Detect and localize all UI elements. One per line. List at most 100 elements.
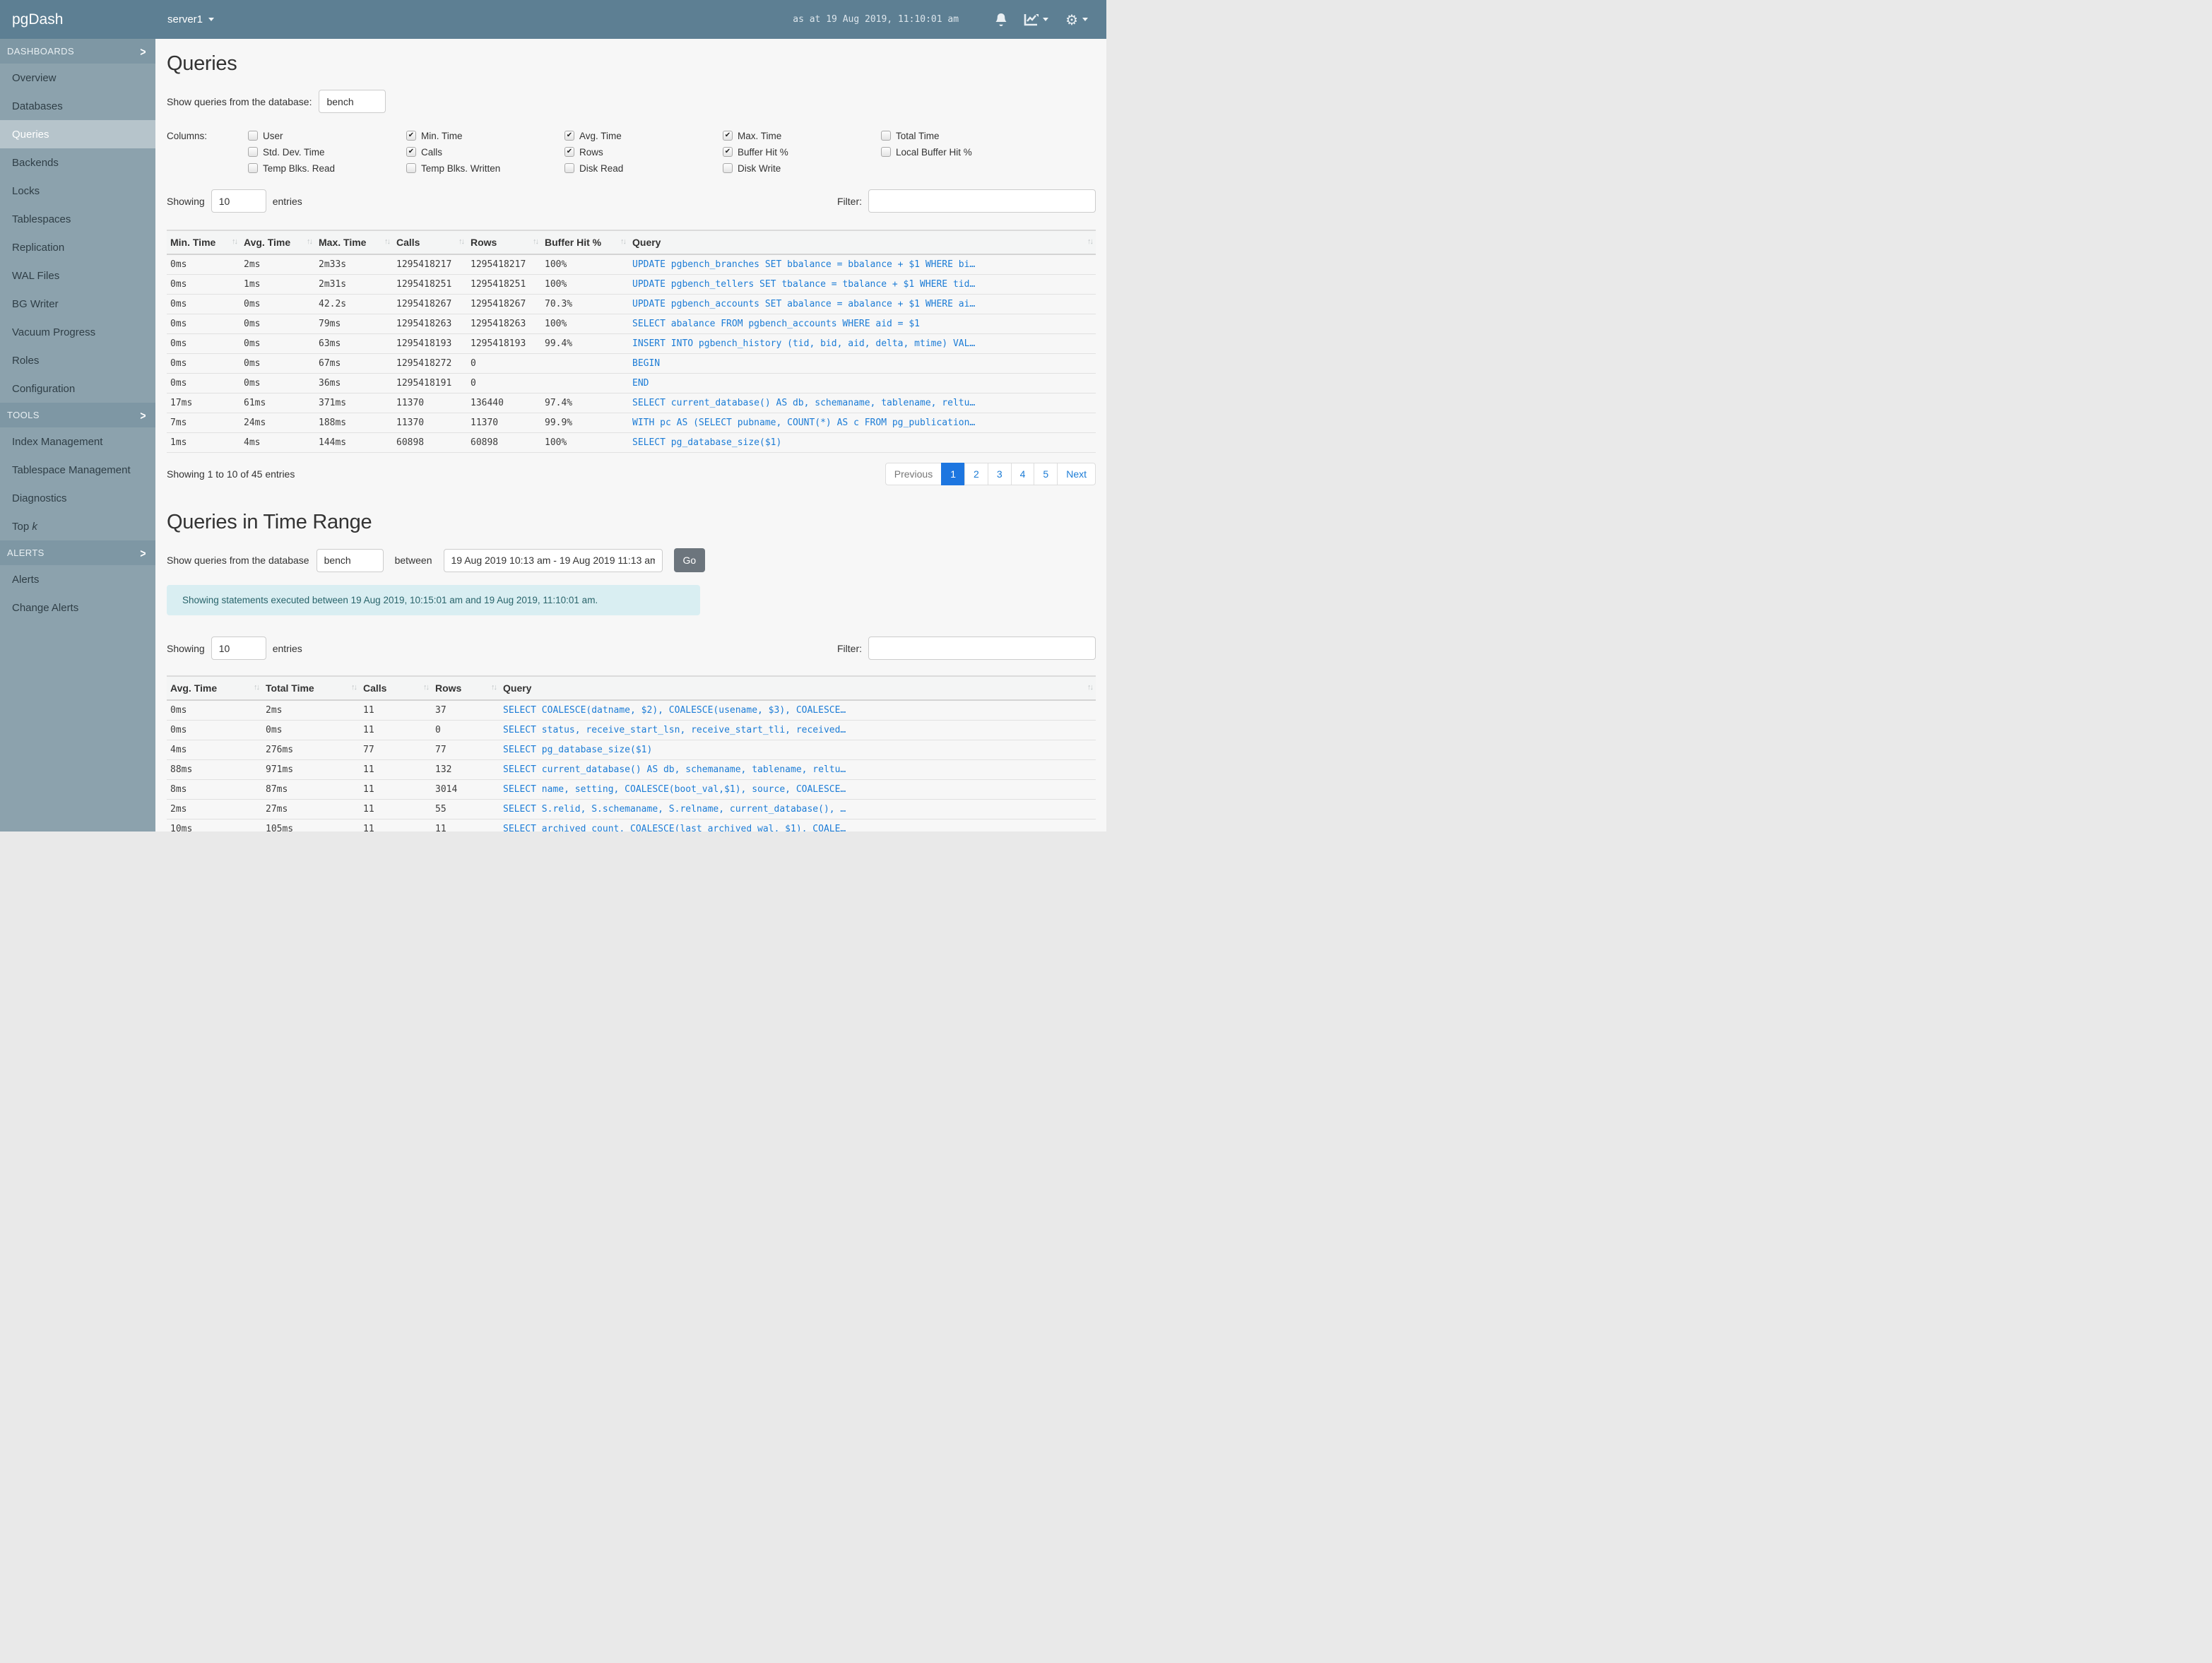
column-checkbox-total-time[interactable]: Total Time — [881, 130, 1039, 141]
app-logo[interactable]: pgDash — [0, 11, 155, 28]
column-checkbox-rows[interactable]: ✔ Rows — [564, 146, 723, 158]
sidebar-item-databases[interactable]: Databases — [0, 92, 155, 120]
sidebar-item-overview[interactable]: Overview — [0, 64, 155, 92]
pagination-previous[interactable]: Previous — [885, 463, 942, 485]
column-header-calls[interactable]: Calls ↑↓ — [393, 230, 467, 255]
column-header-calls[interactable]: Calls ↑↓ — [360, 675, 432, 701]
time-range-input[interactable] — [443, 548, 663, 572]
column-header-avg-time[interactable]: Avg. Time ↑↓ — [240, 230, 315, 255]
column-header-rows[interactable]: Rows ↑↓ — [432, 675, 499, 701]
checkbox-label: Local Buffer Hit % — [896, 146, 972, 158]
query-link[interactable]: SELECT current_database() AS db, scheman… — [632, 398, 975, 408]
data-cell: 4ms — [167, 740, 262, 760]
pagination-page-5[interactable]: 5 — [1034, 463, 1058, 485]
sidebar-item-index-management[interactable]: Index Management — [0, 427, 155, 456]
column-header-label: Avg. Time — [244, 237, 291, 248]
data-cell: 27ms — [262, 799, 360, 819]
query-link[interactable]: BEGIN — [632, 358, 660, 369]
sidebar-section-alerts[interactable]: ALERTS > — [0, 540, 155, 565]
entries-count-input-2[interactable] — [211, 637, 266, 660]
query-link[interactable]: SELECT pg_database_size($1) — [632, 437, 781, 448]
sidebar-item-roles[interactable]: Roles — [0, 346, 155, 374]
sidebar-item-backends[interactable]: Backends — [0, 148, 155, 177]
sidebar-item-queries[interactable]: Queries — [0, 120, 155, 148]
sidebar-item-vacuum-progress[interactable]: Vacuum Progress — [0, 318, 155, 346]
data-cell: 11 — [432, 819, 499, 832]
column-checkbox-std-dev-time[interactable]: Std. Dev. Time — [248, 146, 406, 158]
query-link[interactable]: SELECT current_database() AS db, scheman… — [503, 764, 846, 775]
column-checkbox-local-buffer-hit[interactable]: Local Buffer Hit % — [881, 146, 1039, 158]
column-checkbox-calls[interactable]: ✔ Calls — [406, 146, 564, 158]
column-header-min-time[interactable]: Min. Time ↑↓ — [167, 230, 240, 255]
sidebar-section-label: DASHBOARDS — [7, 46, 75, 57]
column-header-buffer-hit[interactable]: Buffer Hit % ↑↓ — [541, 230, 629, 255]
bell-icon[interactable] — [995, 13, 1007, 26]
table-row: 0ms 2ms 11 37 SELECT COALESCE(datname, $2), … — [167, 700, 1096, 721]
column-header-max-time[interactable]: Max. Time ↑↓ — [315, 230, 393, 255]
sidebar-item-configuration[interactable]: Configuration — [0, 374, 155, 403]
pagination-page-1[interactable]: 1 — [941, 463, 966, 485]
query-link[interactable]: INSERT INTO pgbench_history (tid, bid, a… — [632, 338, 975, 349]
pagination-next[interactable]: Next — [1057, 463, 1096, 485]
query-link[interactable]: SELECT status, receive_start_lsn, receiv… — [503, 725, 846, 735]
sidebar-item-tablespace-management[interactable]: Tablespace Management — [0, 456, 155, 484]
data-cell: 2ms — [262, 700, 360, 721]
column-header-query[interactable]: Query ↑↓ — [499, 675, 1096, 701]
column-checkbox-buffer-hit[interactable]: ✔ Buffer Hit % — [723, 146, 881, 158]
query-link[interactable]: UPDATE pgbench_branches SET bbalance = b… — [632, 259, 975, 270]
entries-count-input[interactable] — [211, 189, 266, 213]
sidebar-item-alerts[interactable]: Alerts — [0, 565, 155, 593]
server-selector[interactable]: server1 — [167, 13, 215, 25]
query-link[interactable]: SELECT COALESCE(datname, $2), COALESCE(u… — [503, 705, 846, 716]
column-checkbox-user[interactable]: User — [248, 130, 406, 141]
column-checkbox-temp-blks-written[interactable]: Temp Blks. Written — [406, 162, 564, 174]
query-cell: SELECT abalance FROM pgbench_accounts WH… — [629, 314, 1096, 334]
sidebar-item-change-alerts[interactable]: Change Alerts — [0, 593, 155, 622]
query-link[interactable]: SELECT abalance FROM pgbench_accounts WH… — [632, 319, 920, 329]
column-checkbox-max-time[interactable]: ✔ Max. Time — [723, 130, 881, 141]
database-input[interactable] — [319, 90, 386, 113]
filter-input-2[interactable] — [868, 637, 1096, 660]
checkbox-label: Buffer Hit % — [738, 146, 788, 158]
sidebar-item-diagnostics[interactable]: Diagnostics — [0, 484, 155, 512]
sidebar-item-replication[interactable]: Replication — [0, 233, 155, 261]
query-link[interactable]: UPDATE pgbench_tellers SET tbalance = tb… — [632, 279, 975, 290]
data-cell: 10ms — [167, 819, 262, 832]
query-link[interactable]: SELECT name, setting, COALESCE(boot_val,… — [503, 784, 846, 795]
query-link[interactable]: END — [632, 378, 649, 389]
column-header-avg-time[interactable]: Avg. Time ↑↓ — [167, 675, 262, 701]
column-header-query[interactable]: Query ↑↓ — [629, 230, 1096, 255]
charts-menu[interactable] — [1024, 13, 1049, 26]
pagination-page-4[interactable]: 4 — [1010, 463, 1035, 485]
column-checkbox-avg-time[interactable]: ✔ Avg. Time — [564, 130, 723, 141]
sidebar: DASHBOARDS > Overview Databases Queries Backe… — [0, 39, 155, 832]
data-cell: 132 — [432, 759, 499, 780]
sidebar-section-tools[interactable]: TOOLS > — [0, 403, 155, 427]
pagination-page-2[interactable]: 2 — [964, 463, 988, 485]
sidebar-section-dashboards[interactable]: DASHBOARDS > — [0, 39, 155, 64]
sidebar-item-locks[interactable]: Locks — [0, 177, 155, 205]
column-header-total-time[interactable]: Total Time ↑↓ — [262, 675, 360, 701]
filter-input[interactable] — [868, 189, 1096, 213]
data-cell: 42.2s — [315, 294, 393, 314]
go-button[interactable]: Go — [673, 548, 706, 572]
column-checkbox-disk-write[interactable]: Disk Write — [723, 162, 881, 174]
data-cell: 2ms — [167, 799, 262, 819]
settings-menu[interactable]: ⚙ — [1065, 13, 1088, 27]
query-link[interactable]: SELECT S.relid, S.schemaname, S.relname,… — [503, 804, 846, 815]
query-link[interactable]: SELECT pg_database_size($1) — [503, 745, 652, 755]
pagination-page-3[interactable]: 3 — [987, 463, 1012, 485]
sidebar-item-tablespaces[interactable]: Tablespaces — [0, 205, 155, 233]
column-checkbox-min-time[interactable]: ✔ Min. Time — [406, 130, 564, 141]
timerange-database-input[interactable] — [316, 548, 384, 572]
query-link[interactable]: WITH pc AS (SELECT pubname, COUNT(*) AS … — [632, 418, 975, 428]
sidebar-item-wal-files[interactable]: WAL Files — [0, 261, 155, 290]
sidebar-item-bg-writer[interactable]: BG Writer — [0, 290, 155, 318]
column-checkbox-disk-read[interactable]: Disk Read — [564, 162, 723, 174]
column-header-rows[interactable]: Rows ↑↓ — [467, 230, 541, 255]
data-cell: 371ms — [315, 393, 393, 413]
sidebar-item-top-k[interactable]: Top k — [0, 512, 155, 540]
query-link[interactable]: SELECT archived_count, COALESCE(last_arc… — [503, 824, 846, 832]
query-link[interactable]: UPDATE pgbench_accounts SET abalance = a… — [632, 299, 975, 309]
column-checkbox-temp-blks-read[interactable]: Temp Blks. Read — [248, 162, 406, 174]
